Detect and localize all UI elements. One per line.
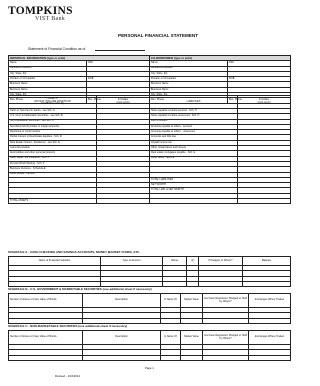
sch-a-pledged-header: If Pledged, to Whom? xyxy=(198,256,243,266)
sch-b-description-header: Description xyxy=(82,293,161,308)
sch-b-shares-header: Number of shares or Face Value of Bonds xyxy=(8,293,83,308)
total-assets-field[interactable] xyxy=(96,198,150,205)
schedule-a-title: SCHEDULE A - CASH CHECKING AND SAVINGS A… xyxy=(8,250,141,254)
sch-b-exchanges-header: Exchanges Where Traded xyxy=(248,293,291,308)
sch-c-registered-header: Are these Registered, Pledged or Held by… xyxy=(202,330,249,345)
sch-a-type-header: Type of Account xyxy=(100,256,163,266)
liabilities-header: LIABILITIES xyxy=(149,95,238,109)
empty-cell xyxy=(237,198,291,205)
table-row[interactable] xyxy=(8,354,291,361)
schedule-b-table: Number of shares or Face Value of Bonds … xyxy=(8,293,291,324)
schedule-c-table: Number of shares or Face Value of Bonds … xyxy=(8,330,291,361)
sch-a-owner-header: Owner xyxy=(162,256,187,266)
revision-date: Revised - 1/10/2014 xyxy=(55,374,81,378)
table-row[interactable] xyxy=(8,280,291,288)
sch-b-in-name-header: In Name Of xyxy=(160,293,181,308)
page-number: Page 1 xyxy=(145,366,154,370)
empty-cell xyxy=(149,198,238,205)
document-title: PERSONAL FINANCIAL STATEMENT xyxy=(118,33,199,38)
schedule-c-title: SCHEDULE C - NON-MARKETABLE SECURITIES (… xyxy=(8,324,128,328)
table-row[interactable] xyxy=(8,317,291,324)
schedule-b-title: SCHEDULE B - U.S. GOVERNMENT & MARKETABL… xyxy=(8,287,152,291)
sch-b-market-value-header: Market Value xyxy=(180,293,203,308)
liabilities-dollars-header: In Dollars (omit cents) xyxy=(237,95,291,109)
schedule-a-table: Name of Financial Institution Type of Ac… xyxy=(8,256,291,288)
sch-c-exchanges-header: Exchanges Where Traded xyxy=(248,330,291,345)
assets-dollars-header: In Dollars (omit cents) xyxy=(96,95,150,109)
statement-date-line[interactable] xyxy=(95,50,145,51)
sch-a-balance-header: Balance xyxy=(242,256,291,266)
sch-c-in-name-header: In Name Of xyxy=(160,330,181,345)
sch-c-market-value-header: Market Value xyxy=(180,330,203,345)
assets-header: ASSETS (DO NOT INCLUDE ASSETS OF DOUBTFU… xyxy=(8,95,97,109)
sch-a-joint-header: (J) xyxy=(186,256,199,266)
brand-logo-subtitle: VIST Bank xyxy=(35,16,66,22)
assets-liabilities-table: ASSETS (DO NOT INCLUDE ASSETS OF DOUBTFU… xyxy=(8,95,291,205)
sch-a-institution-header: Name of Financial Institution xyxy=(8,256,101,266)
totals-row: TOTAL ASSETS xyxy=(8,198,291,205)
sch-b-registered-header: Are these Registered, Pledged or Held by… xyxy=(202,293,249,308)
sch-c-description-header: Description xyxy=(82,330,161,345)
sch-c-shares-header: Number of shares or Face Value of Bonds xyxy=(8,330,83,345)
statement-date-label: Statement of Financial Condition as of xyxy=(28,47,86,51)
total-assets-label: TOTAL ASSETS xyxy=(8,198,97,205)
